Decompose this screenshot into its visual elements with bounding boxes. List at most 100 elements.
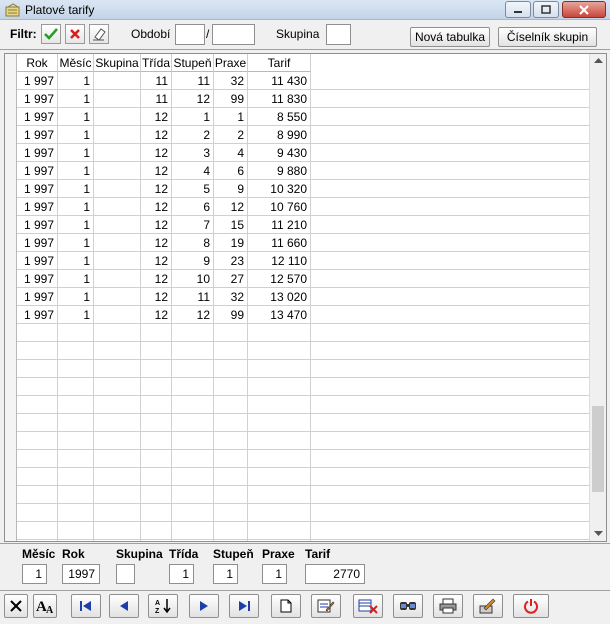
table-cell[interactable] (94, 144, 141, 162)
table-cell[interactable]: 1 (214, 108, 248, 126)
table-cell[interactable]: 12 (172, 90, 214, 108)
edit-record-button[interactable] (311, 594, 341, 618)
table-cell[interactable]: 11 210 (248, 216, 311, 234)
grade-field[interactable]: 1 (213, 564, 238, 584)
year-field[interactable]: 1997 (62, 564, 100, 584)
table-cell[interactable] (94, 252, 141, 270)
table-cell[interactable]: 12 (214, 198, 248, 216)
table-cell[interactable]: 4 (172, 162, 214, 180)
table-cell[interactable]: 12 (141, 288, 172, 306)
search-button[interactable] (393, 594, 423, 618)
table-cell[interactable]: 1 (58, 216, 94, 234)
period-to-input[interactable] (212, 24, 255, 45)
table-cell[interactable]: 11 830 (248, 90, 311, 108)
period-from-input[interactable] (175, 24, 205, 45)
table-cell[interactable]: 1 997 (17, 306, 58, 324)
row-header-column[interactable] (5, 54, 17, 541)
previous-record-button[interactable] (109, 594, 139, 618)
close-button[interactable] (562, 1, 606, 18)
class-field[interactable]: 1 (169, 564, 194, 584)
table-cell[interactable]: 7 (172, 216, 214, 234)
exit-button[interactable] (513, 594, 549, 618)
table-cell[interactable]: 19 (214, 234, 248, 252)
table-cell[interactable]: 1 (58, 234, 94, 252)
table-cell[interactable]: 1 (58, 180, 94, 198)
tariff-grid[interactable]: Rok Měsíc Skupina Třída Stupeň Praxe Tarif 1 9… (4, 53, 607, 542)
table-cell[interactable]: 27 (214, 270, 248, 288)
table-cell[interactable]: 11 (141, 72, 172, 90)
delete-record-button[interactable] (353, 594, 383, 618)
table-cell[interactable]: 1 997 (17, 162, 58, 180)
table-cell[interactable]: 13 020 (248, 288, 311, 306)
table-cell[interactable]: 12 (141, 108, 172, 126)
table-cell[interactable] (94, 90, 141, 108)
table-cell[interactable]: 1 (58, 162, 94, 180)
table-cell[interactable]: 8 (172, 234, 214, 252)
first-record-button[interactable] (71, 594, 101, 618)
table-cell[interactable]: 12 (141, 252, 172, 270)
new-record-button[interactable] (271, 594, 301, 618)
column-header[interactable]: Skupina (94, 54, 141, 72)
table-cell[interactable]: 10 (172, 270, 214, 288)
table-cell[interactable]: 1 (58, 306, 94, 324)
table-cell[interactable]: 1 997 (17, 288, 58, 306)
table-cell[interactable]: 12 (141, 126, 172, 144)
table-cell[interactable]: 12 570 (248, 270, 311, 288)
vertical-scrollbar[interactable] (589, 54, 606, 541)
table-cell[interactable]: 4 (214, 144, 248, 162)
table-cell[interactable]: 1 997 (17, 234, 58, 252)
table-cell[interactable] (94, 216, 141, 234)
practice-field[interactable]: 1 (262, 564, 287, 584)
export-button[interactable] (473, 594, 503, 618)
table-cell[interactable]: 1 997 (17, 216, 58, 234)
table-cell[interactable]: 11 (172, 72, 214, 90)
table-cell[interactable] (94, 270, 141, 288)
table-cell[interactable]: 23 (214, 252, 248, 270)
table-cell[interactable]: 10 760 (248, 198, 311, 216)
table-cell[interactable]: 1 997 (17, 126, 58, 144)
table-cell[interactable]: 6 (172, 198, 214, 216)
table-cell[interactable]: 3 (172, 144, 214, 162)
table-cell[interactable] (94, 288, 141, 306)
table-cell[interactable]: 99 (214, 306, 248, 324)
clear-filter-button[interactable] (65, 24, 85, 44)
column-header[interactable]: Rok (17, 54, 58, 72)
table-cell[interactable]: 1 997 (17, 252, 58, 270)
table-cell[interactable]: 12 (141, 306, 172, 324)
table-cell[interactable]: 9 880 (248, 162, 311, 180)
scroll-up-icon[interactable] (594, 58, 603, 64)
table-cell[interactable]: 9 (214, 180, 248, 198)
table-cell[interactable]: 1 (172, 108, 214, 126)
table-cell[interactable]: 11 (141, 90, 172, 108)
month-field[interactable]: 1 (22, 564, 47, 584)
table-cell[interactable]: 11 (172, 288, 214, 306)
table-cell[interactable]: 1 997 (17, 180, 58, 198)
column-header[interactable]: Měsíc (58, 54, 94, 72)
table-cell[interactable]: 11 660 (248, 234, 311, 252)
table-cell[interactable]: 2 (214, 126, 248, 144)
group-input[interactable] (326, 24, 351, 45)
table-cell[interactable]: 1 (58, 252, 94, 270)
apply-filter-button[interactable] (41, 24, 61, 44)
cancel-button[interactable] (4, 594, 28, 618)
maximize-button[interactable] (533, 1, 559, 18)
new-table-button[interactable]: Nová tabulka (410, 27, 490, 47)
table-cell[interactable]: 13 470 (248, 306, 311, 324)
table-cell[interactable]: 12 110 (248, 252, 311, 270)
table-cell[interactable]: 32 (214, 288, 248, 306)
column-header[interactable]: Tarif (248, 54, 311, 72)
tariff-field[interactable]: 2770 (305, 564, 365, 584)
sort-button[interactable]: AZ (148, 594, 178, 618)
scroll-thumb[interactable] (592, 406, 604, 492)
table-cell[interactable] (94, 108, 141, 126)
table-cell[interactable]: 12 (141, 198, 172, 216)
table-cell[interactable]: 9 430 (248, 144, 311, 162)
table-cell[interactable]: 12 (141, 234, 172, 252)
table-cell[interactable]: 2 (172, 126, 214, 144)
table-cell[interactable]: 1 (58, 108, 94, 126)
table-cell[interactable] (94, 234, 141, 252)
table-cell[interactable]: 1 (58, 144, 94, 162)
table-cell[interactable] (94, 198, 141, 216)
column-header[interactable]: Praxe (214, 54, 248, 72)
table-cell[interactable]: 1 (58, 126, 94, 144)
